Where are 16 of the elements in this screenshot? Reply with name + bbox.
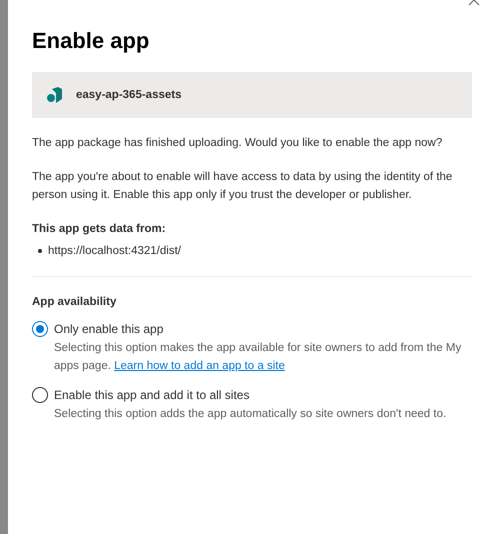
option-description: Selecting this option makes the app available for site owners to add from the My apps page. Learn how to add an app to a site (54, 341, 462, 374)
package-name: easy-ap-365-assets (76, 89, 182, 101)
package-icon (46, 87, 62, 103)
help-link[interactable]: Learn how to add an app to a site (114, 360, 285, 372)
radio-button[interactable] (32, 387, 48, 403)
dialog-title: Enable app (32, 28, 150, 54)
option-description: Selecting this option adds the app automatically so site owners don't need to. (54, 407, 448, 422)
data-source-url: https://localhost:4321/dist/ (48, 244, 181, 259)
data-sources-heading: This app gets data from: (32, 222, 167, 237)
radio-button[interactable] (32, 321, 48, 337)
warning-text: The app you're about to enable will have access to data by using the identity of the person using it. Enable this app only if you trust the developer or publisher. (32, 170, 454, 203)
availability-heading: App availability (32, 295, 118, 310)
message-text: The app package has finished uploading. Would you like to enable the app now? (32, 136, 444, 151)
bullet-icon (38, 249, 42, 253)
option-label: Enable this app and add it to all sites (54, 387, 250, 403)
option-label: Only enable this app (54, 321, 164, 337)
